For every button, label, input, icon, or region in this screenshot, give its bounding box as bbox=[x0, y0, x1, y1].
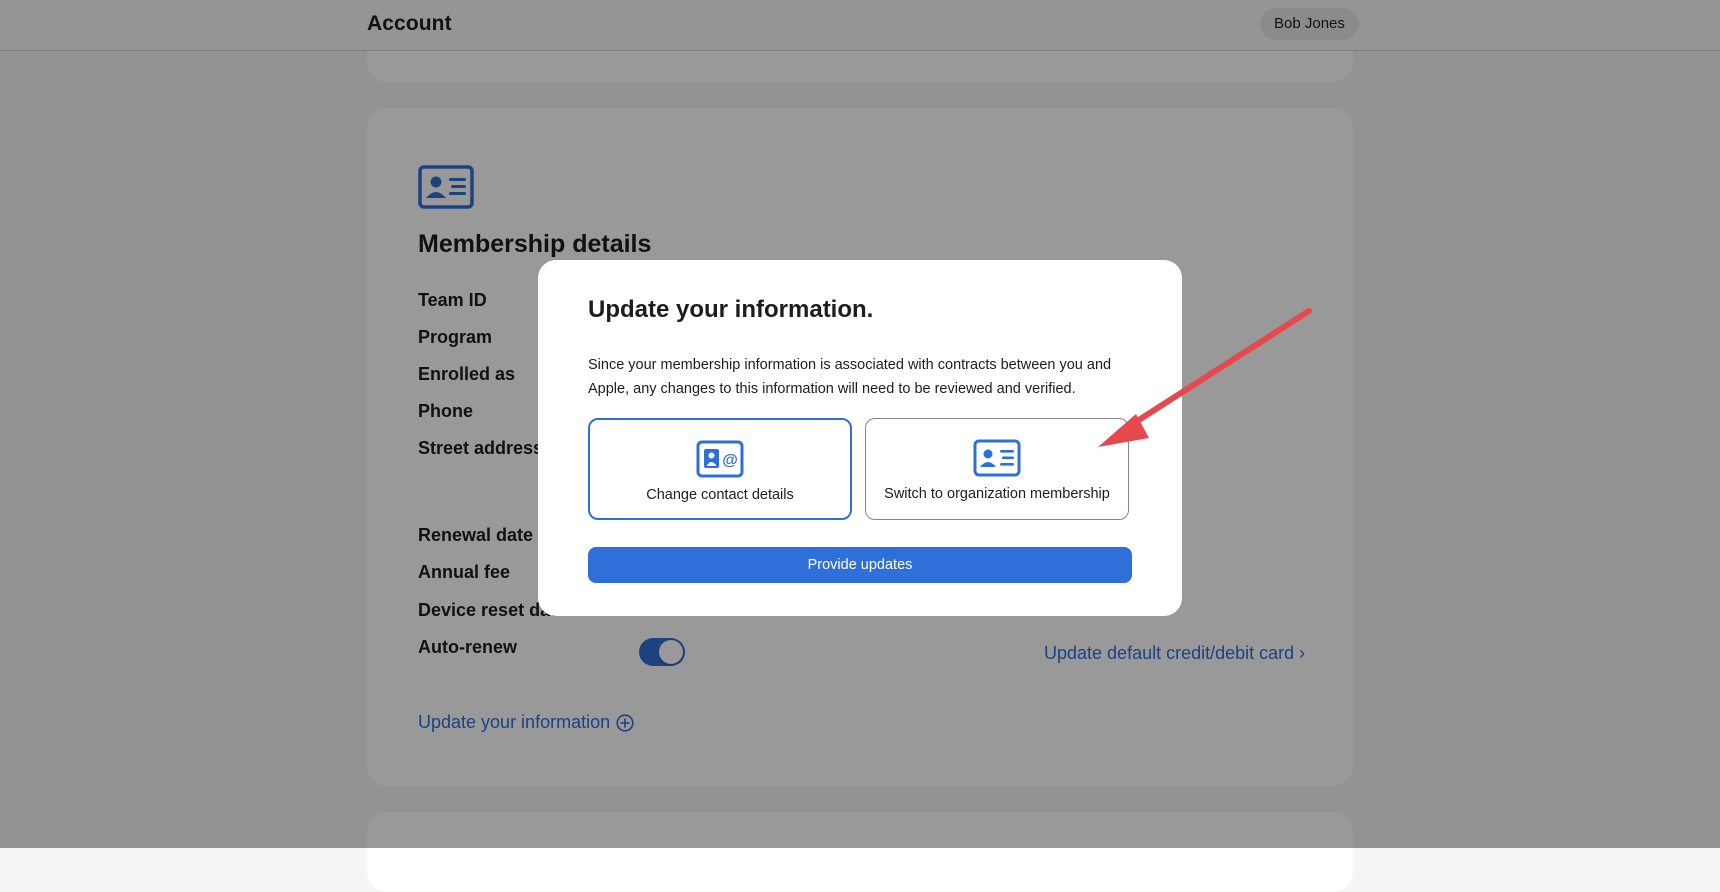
option-label: Switch to organization membership bbox=[884, 486, 1110, 502]
contact-card-at-icon: @ bbox=[696, 440, 744, 478]
dialog-description: Since your membership information is ass… bbox=[588, 357, 1112, 397]
provide-updates-button[interactable]: Provide updates bbox=[588, 547, 1132, 583]
update-information-dialog: Update your information. Since your memb… bbox=[538, 260, 1182, 616]
svg-text:@: @ bbox=[722, 452, 738, 469]
switch-to-organization-option[interactable]: Switch to organization membership bbox=[865, 418, 1129, 520]
option-label: Change contact details bbox=[646, 487, 794, 503]
dialog-title: Update your information. bbox=[588, 296, 874, 323]
id-card-icon bbox=[973, 439, 1021, 477]
change-contact-details-option[interactable]: @ Change contact details bbox=[588, 418, 852, 520]
